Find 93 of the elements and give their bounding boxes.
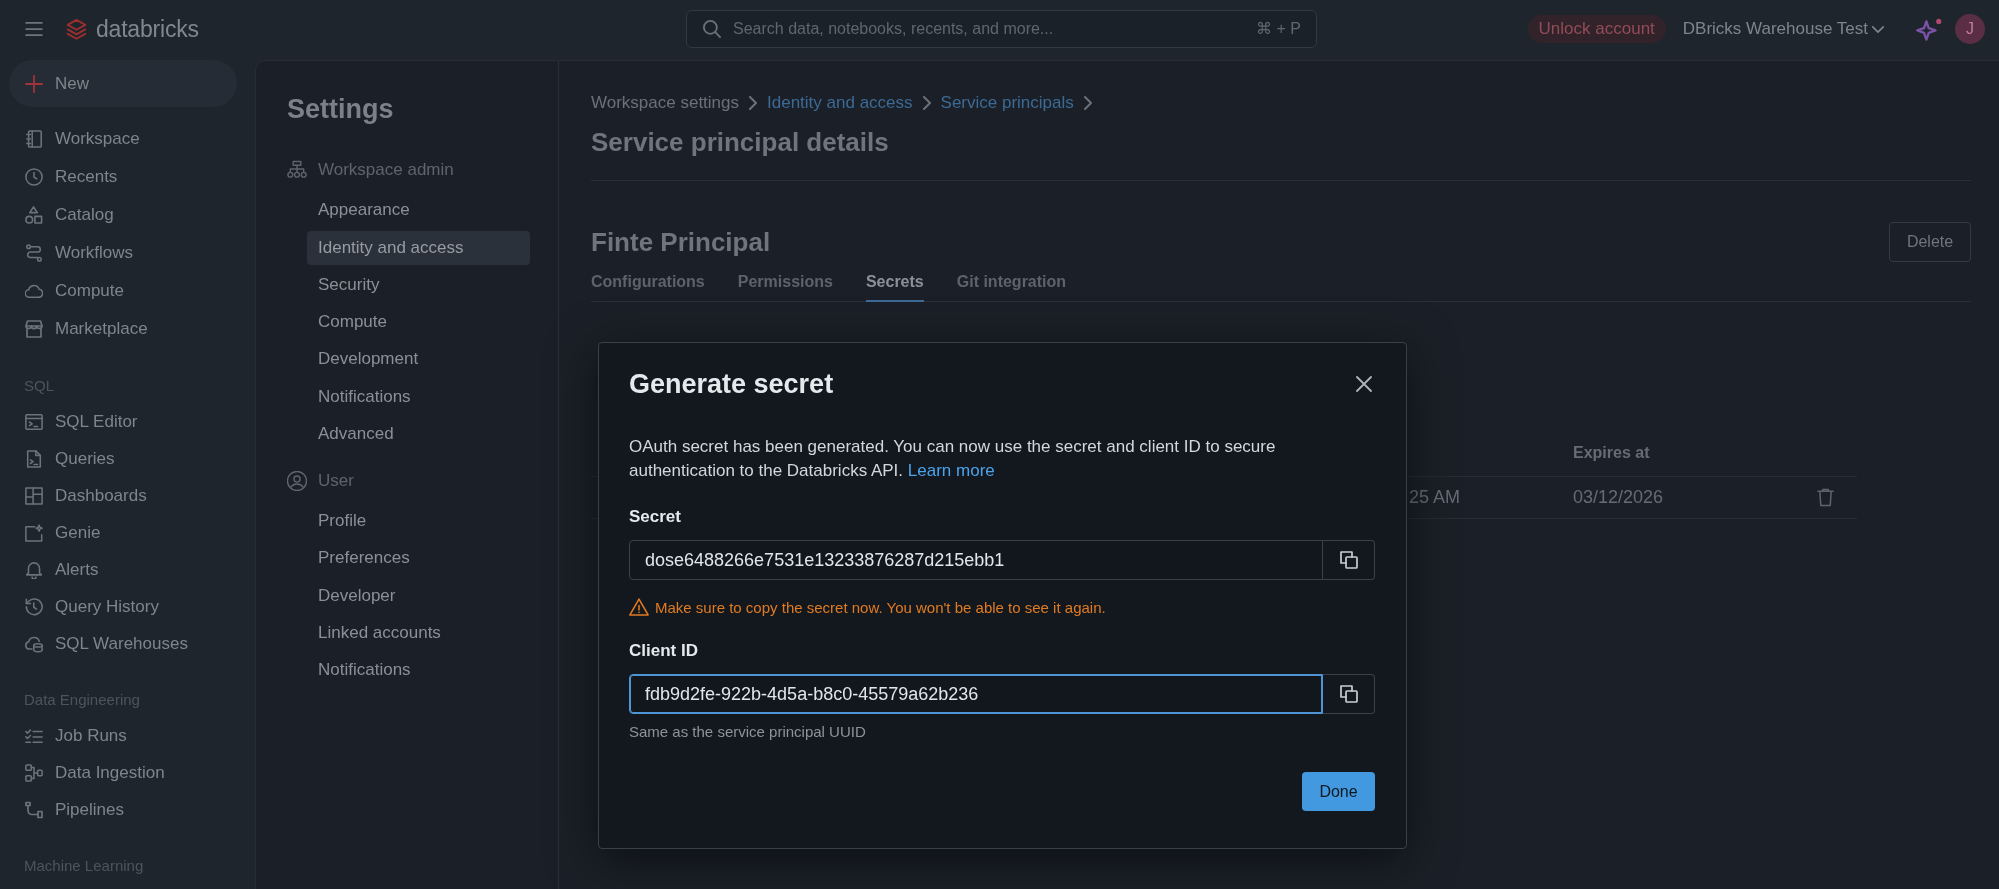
column-header: Expires at: [1573, 444, 1650, 462]
chevron-right-icon: [749, 96, 758, 110]
nav-item[interactable]: Dashboards: [9, 477, 237, 514]
settings-nav-item[interactable]: Linked accounts: [307, 615, 530, 650]
settings-nav-item[interactable]: Preferences: [307, 541, 530, 576]
storefront-icon: [25, 320, 43, 338]
nav-item[interactable]: Marketplace: [9, 310, 237, 348]
settings-nav-item[interactable]: Developer: [307, 578, 530, 613]
settings-nav-item[interactable]: Notifications: [307, 379, 530, 414]
checklist-icon: [25, 726, 43, 745]
table-cell: 25 AM: [1409, 487, 1461, 508]
trash-icon[interactable]: [1817, 488, 1834, 507]
nav-item[interactable]: Workflows: [9, 234, 237, 272]
field-hint: Same as the service principal UUID: [629, 722, 867, 742]
workspace-switcher[interactable]: DBricks Warehouse Test: [1682, 19, 1884, 39]
shapes-icon: [25, 206, 43, 224]
settings-nav-item[interactable]: Development: [307, 342, 530, 377]
new-button[interactable]: New: [9, 60, 237, 107]
nav-item[interactable]: Genie: [9, 514, 237, 551]
org-chart-icon: [287, 160, 307, 180]
done-button[interactable]: Done: [1302, 772, 1375, 811]
notebook-icon: [25, 130, 43, 148]
menu-icon[interactable]: [25, 22, 43, 36]
warning-icon: [629, 598, 649, 616]
nav-item[interactable]: Catalog: [9, 196, 237, 234]
clock-icon: [25, 168, 43, 186]
settings-nav-item[interactable]: Identity and access: [307, 230, 530, 265]
close-icon[interactable]: [1356, 376, 1372, 392]
workflow-icon: [25, 244, 43, 262]
breadcrumb-link[interactable]: Service principals: [940, 93, 1074, 113]
dashboard-icon: [25, 486, 43, 505]
settings-nav-item[interactable]: Advanced: [307, 416, 530, 451]
settings-nav-item[interactable]: Profile: [307, 504, 530, 538]
nav-item[interactable]: SQL Editor: [9, 403, 237, 440]
text-field[interactable]: dose6488266e7531e13233876287d215ebb1: [629, 540, 1323, 580]
bell-icon: [25, 560, 43, 579]
chevron-down-icon: [1872, 25, 1884, 33]
copy-icon: [1339, 685, 1358, 703]
chevron-right-icon: [922, 96, 931, 110]
cloud-database-icon: [25, 634, 43, 653]
nav-item[interactable]: Workspace: [9, 120, 237, 158]
nav-item[interactable]: Query History: [9, 588, 237, 625]
tab[interactable]: Permissions: [737, 272, 833, 302]
field-label: Client ID: [629, 640, 699, 662]
tab[interactable]: Secrets: [865, 272, 924, 302]
tab[interactable]: Git integration: [956, 272, 1067, 302]
nav-item[interactable]: Queries: [9, 440, 237, 477]
nav-item[interactable]: Pipelines: [9, 791, 237, 828]
group-heading: User: [318, 470, 354, 491]
text-field[interactable]: fdb9d2fe-922b-4d5a-b8c0-45579a62b236: [629, 674, 1323, 714]
settings-title: Settings: [287, 93, 395, 126]
settings-nav-item[interactable]: Appearance: [307, 193, 530, 228]
chevron-right-icon: [1083, 96, 1092, 110]
pipe-icon: [25, 800, 43, 819]
nav-item[interactable]: SQL Warehouses: [9, 625, 237, 662]
stacked-layers-icon: [66, 18, 87, 40]
learn-more-link[interactable]: Learn more: [907, 461, 995, 480]
dialog-title: Generate secret: [629, 368, 834, 401]
nav-item[interactable]: Alerts: [9, 551, 237, 588]
plus-icon: [25, 74, 43, 93]
terminal-icon: [25, 412, 43, 431]
sparkle-icon[interactable]: [1916, 17, 1942, 41]
flow-diagram-icon: [25, 763, 43, 782]
settings-nav-item[interactable]: Security: [307, 267, 530, 302]
breadcrumb-link[interactable]: Identity and access: [767, 93, 913, 113]
copy-icon: [1339, 551, 1358, 569]
field-label: Secret: [629, 506, 682, 528]
cloud-icon: [25, 282, 43, 300]
nav-item[interactable]: Recents: [9, 158, 237, 196]
principal-name: Finte Principal: [591, 226, 771, 258]
nav-item[interactable]: Compute: [9, 272, 237, 310]
warning-message: Make sure to copy the secret now. You won't be able to see it again.: [655, 598, 1106, 616]
nav-item[interactable]: Data Ingestion: [9, 754, 237, 791]
copy-button[interactable]: [1323, 540, 1375, 580]
page-title: Service principal details: [591, 126, 890, 159]
logo-text: databricks: [96, 15, 199, 43]
unlock-account-button[interactable]: Unlock account: [1527, 15, 1666, 43]
search-icon: [703, 20, 721, 38]
settings-nav-item[interactable]: Compute: [307, 305, 530, 339]
delete-button[interactable]: Delete: [1889, 222, 1971, 262]
shortcut-hint: ⌘ + P: [1256, 19, 1301, 39]
file-code-icon: [25, 449, 43, 468]
table-cell: 03/12/2026: [1573, 487, 1664, 508]
group-heading: Workspace admin: [318, 160, 454, 180]
history-icon: [25, 597, 43, 616]
copy-button[interactable]: [1323, 674, 1375, 714]
sparkle-frame-icon: [25, 523, 43, 542]
dialog-description: OAuth secret has been generated. You can now use the secret and client ID to secure authentication to the Databricks API. Learn more: [629, 436, 1277, 482]
settings-nav-item[interactable]: Notifications: [307, 653, 530, 687]
nav-item[interactable]: Job Runs: [9, 717, 237, 754]
breadcrumb-text: Workspace settings: [591, 93, 740, 113]
tab[interactable]: Configurations: [591, 272, 705, 302]
user-avatar[interactable]: J: [1955, 14, 1985, 44]
